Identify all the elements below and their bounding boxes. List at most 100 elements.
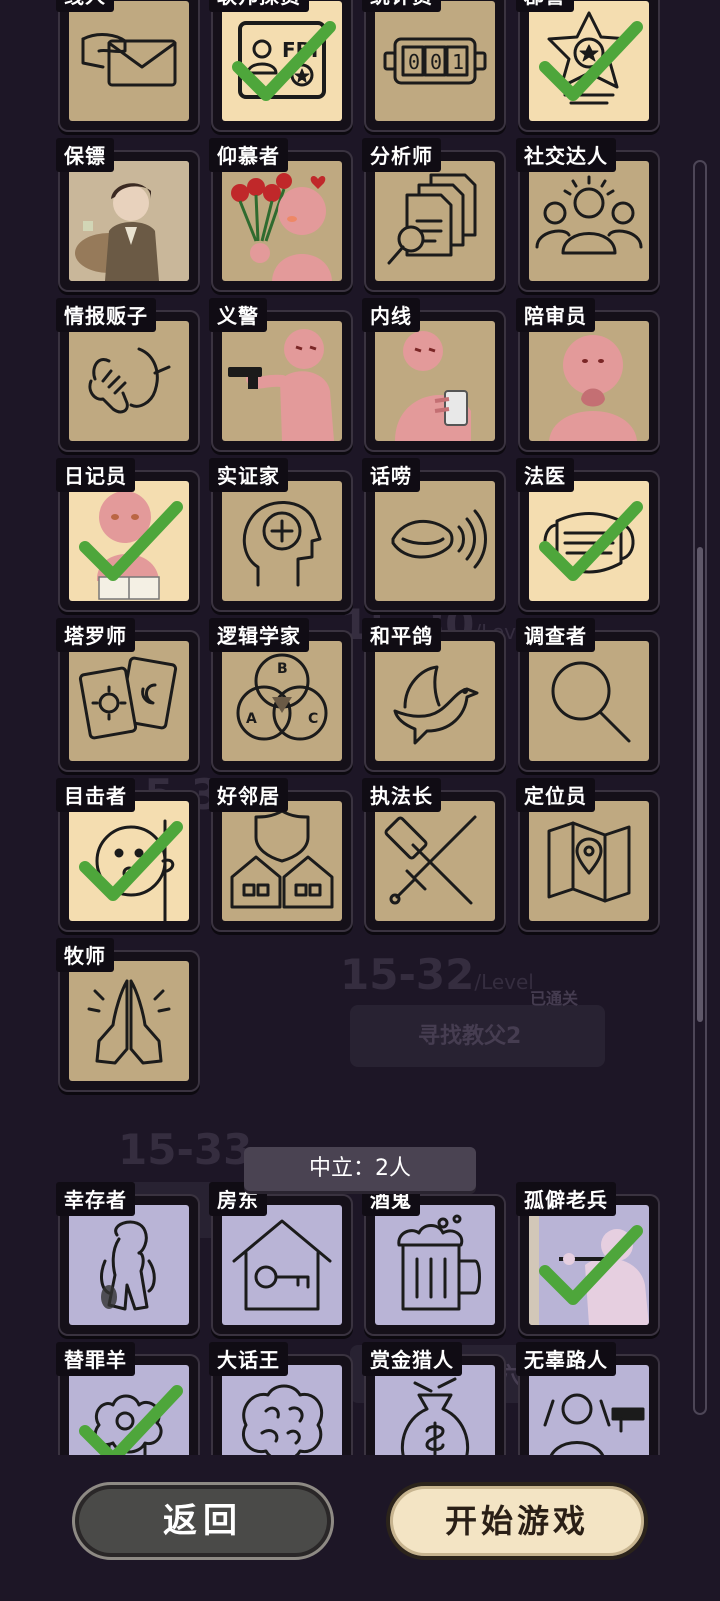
role-card[interactable]: 调查者	[516, 618, 658, 770]
role-card-image	[529, 321, 649, 441]
role-card[interactable]: 实证家	[209, 458, 351, 610]
role-card-label: 情报贩子	[56, 298, 156, 332]
role-card-image	[375, 801, 495, 921]
role-card[interactable]: 社交达人	[516, 138, 658, 290]
role-card-image	[69, 321, 189, 441]
role-card[interactable]: 线人	[56, 0, 198, 130]
neutral-section-header: 中立：2人	[244, 1147, 476, 1191]
role-card-label: 话唠	[362, 458, 420, 492]
role-card-image	[529, 801, 649, 921]
role-card[interactable]: 定位员	[516, 778, 658, 930]
role-card-label: 大话王	[209, 1342, 288, 1376]
role-card[interactable]: 执法长	[362, 778, 504, 930]
role-card-image: B A C	[222, 641, 342, 761]
role-card[interactable]: FBI联邦探员	[209, 0, 351, 130]
role-card[interactable]: 替罪羊	[56, 1342, 198, 1455]
role-card-image	[69, 641, 189, 761]
role-selection-panel[interactable]: 线人FBI联邦探员001统计员郡警保镖仰慕者分析师社交达人情报贩子义警内线陪审员…	[0, 0, 720, 1455]
role-card-image	[222, 1365, 342, 1455]
role-card-label: 牧师	[56, 938, 114, 972]
role-card-image	[222, 801, 342, 921]
role-card-label: 联邦探员	[209, 0, 309, 12]
neutral-section-label: 中立：2人	[309, 1156, 411, 1181]
role-card-image	[69, 961, 189, 1081]
scrollbar[interactable]	[693, 160, 707, 1415]
role-card-image	[222, 161, 342, 281]
role-card-image	[529, 161, 649, 281]
scrollbar-thumb[interactable]	[697, 547, 703, 1022]
role-card[interactable]: 赏金猎人	[362, 1342, 504, 1455]
role-card-image: 001	[375, 1, 495, 121]
role-card-label: 好邻居	[209, 778, 288, 812]
role-card-image	[375, 481, 495, 601]
role-card-image	[529, 481, 649, 601]
role-card-label: 调查者	[516, 618, 595, 652]
role-card-image	[375, 641, 495, 761]
role-card[interactable]: 和平鸽	[362, 618, 504, 770]
role-card-image	[529, 641, 649, 761]
role-card-label: 赏金猎人	[362, 1342, 462, 1376]
role-card-label: 无辜路人	[516, 1342, 616, 1376]
role-card-label: 内线	[362, 298, 420, 332]
back-button[interactable]: 返回	[72, 1482, 334, 1560]
role-card-label: 执法长	[362, 778, 441, 812]
role-card-image	[69, 1365, 189, 1455]
role-card-label: 分析师	[362, 138, 441, 172]
role-card-label: 目击者	[56, 778, 135, 812]
role-card-image	[69, 1205, 189, 1325]
role-card-image	[529, 1, 649, 121]
role-card[interactable]: 无辜路人	[516, 1342, 658, 1455]
role-card-label: 和平鸽	[362, 618, 441, 652]
role-card[interactable]: 保镖	[56, 138, 198, 290]
role-card[interactable]: 塔罗师	[56, 618, 198, 770]
start-game-button[interactable]: 开始游戏	[386, 1482, 648, 1560]
role-card-label: 社交达人	[516, 138, 616, 172]
role-card-label: 实证家	[209, 458, 288, 492]
role-card[interactable]: 房东	[209, 1182, 351, 1334]
role-card-image	[69, 801, 189, 921]
svg-text:1: 1	[452, 50, 464, 74]
role-card[interactable]: 分析师	[362, 138, 504, 290]
role-card[interactable]: 日记员	[56, 458, 198, 610]
role-card[interactable]: 牧师	[56, 938, 198, 1090]
role-card[interactable]: 陪审员	[516, 298, 658, 450]
role-card-label: 逻辑学家	[209, 618, 309, 652]
role-card-label: 孤僻老兵	[516, 1182, 616, 1216]
role-card-image	[69, 481, 189, 601]
svg-text:0: 0	[430, 50, 442, 74]
role-card[interactable]: 义警	[209, 298, 351, 450]
role-card[interactable]: 仰慕者	[209, 138, 351, 290]
role-card[interactable]: 内线	[362, 298, 504, 450]
role-card-image	[529, 1205, 649, 1325]
role-card-label: 法医	[516, 458, 574, 492]
role-card[interactable]: 001统计员	[362, 0, 504, 130]
role-card-image	[529, 1365, 649, 1455]
role-card-label: 日记员	[56, 458, 135, 492]
role-card[interactable]: 好邻居	[209, 778, 351, 930]
role-card-label: 义警	[209, 298, 267, 332]
role-card-label: 幸存者	[56, 1182, 135, 1216]
role-card[interactable]: 酒鬼	[362, 1182, 504, 1334]
svg-text:C: C	[308, 711, 318, 727]
role-card[interactable]: 郡警	[516, 0, 658, 130]
role-card-label: 替罪羊	[56, 1342, 135, 1376]
role-card-label: 定位员	[516, 778, 595, 812]
svg-text:A: A	[246, 711, 257, 727]
role-card-image	[375, 1205, 495, 1325]
role-card[interactable]: B A C 逻辑学家	[209, 618, 351, 770]
role-card[interactable]: 孤僻老兵	[516, 1182, 658, 1334]
role-card[interactable]: 大话王	[209, 1342, 351, 1455]
role-card-label: 塔罗师	[56, 618, 135, 652]
role-card[interactable]: 情报贩子	[56, 298, 198, 450]
role-card-image: FBI	[222, 1, 342, 121]
role-card-image	[222, 1205, 342, 1325]
role-card[interactable]: 幸存者	[56, 1182, 198, 1334]
role-card-label: 保镖	[56, 138, 114, 172]
role-card[interactable]: 话唠	[362, 458, 504, 610]
role-card-image	[375, 1365, 495, 1455]
role-card[interactable]: 法医	[516, 458, 658, 610]
role-card-image	[222, 321, 342, 441]
role-card-label: 仰慕者	[209, 138, 288, 172]
role-card[interactable]: 目击者	[56, 778, 198, 930]
role-card-label: 陪审员	[516, 298, 595, 332]
